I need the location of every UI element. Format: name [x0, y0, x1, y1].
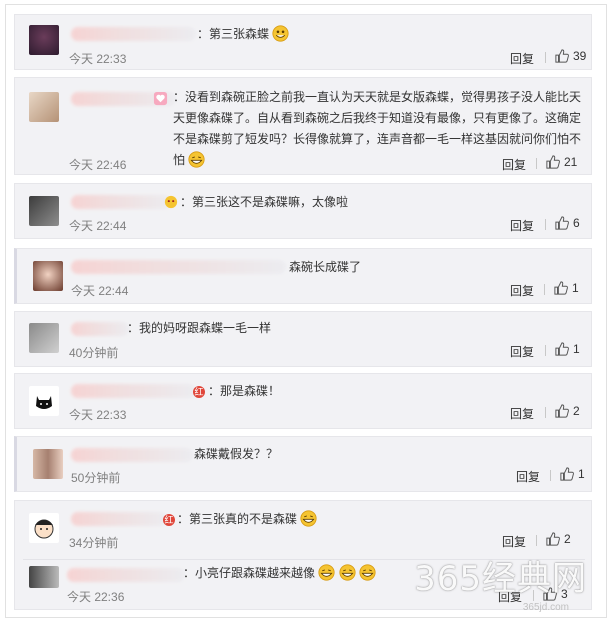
- comment-card: 森碗长成碟了 今天 22:44 回复 1: [14, 248, 592, 304]
- level-badge: 红: [163, 514, 175, 526]
- reply-button[interactable]: 回复: [510, 343, 534, 360]
- comment-text: ：小亮仔跟森碟越来越像: [183, 564, 376, 582]
- like-count: 2: [564, 532, 571, 546]
- laughing-face-icon: [300, 510, 317, 527]
- site-watermark: 365经典网: [414, 559, 587, 599]
- divider: [536, 158, 537, 169]
- like-button[interactable]: 2: [546, 532, 571, 546]
- avatar[interactable]: [29, 196, 59, 226]
- divider: [536, 535, 537, 546]
- reply-button[interactable]: 回复: [502, 156, 526, 173]
- comment-text: ：第三张这不是森碟嘛，太像啦: [180, 195, 349, 209]
- avatar[interactable]: [33, 449, 63, 479]
- comment-card: ：第三张这不是森碟嘛，太像啦 今天 22:44 回复 6: [14, 183, 592, 239]
- reply-button[interactable]: 回复: [510, 50, 534, 67]
- comment-time: 今天 22:44: [69, 219, 127, 233]
- like-button[interactable]: 39: [555, 49, 586, 63]
- like-button[interactable]: 21: [546, 155, 577, 169]
- grinning-face-icon: [188, 151, 205, 168]
- username[interactable]: [71, 448, 193, 462]
- comment-card: 森碟戴假发？？ 50分钟前 回复 1: [14, 436, 592, 492]
- comment-card: ：没看到森碗正脸之前我一直认为天天就是女版森蝶，觉得男孩子没人能比天天更像森碟了…: [14, 77, 592, 175]
- thumbs-up-icon: [554, 281, 568, 295]
- comment-text: ：第三张真的不是森碟: [177, 510, 317, 528]
- like-count: 1: [578, 467, 585, 481]
- like-count: 6: [573, 216, 580, 230]
- thumbs-up-icon: [555, 49, 569, 63]
- reply-button[interactable]: 回复: [516, 468, 540, 485]
- comment-time: 今天 22:33: [69, 52, 127, 66]
- like-count: 1: [573, 342, 580, 356]
- divider: [545, 407, 546, 418]
- like-button[interactable]: 1: [554, 281, 579, 295]
- level-badge: 红: [193, 386, 205, 398]
- username[interactable]: [71, 195, 171, 209]
- comment-text: 森碗长成碟了: [289, 260, 362, 274]
- comment-text: ：那是森碟！: [208, 384, 281, 398]
- username[interactable]: [71, 384, 196, 398]
- like-button[interactable]: 1: [555, 342, 580, 356]
- comment-text: 森碟戴假发？？: [194, 447, 279, 461]
- avatar[interactable]: [29, 92, 59, 122]
- username[interactable]: [71, 322, 129, 336]
- like-count: 39: [573, 49, 587, 63]
- heart-badge-icon: [153, 91, 168, 106]
- username[interactable]: [67, 568, 185, 582]
- divider: [545, 219, 546, 230]
- reply-button[interactable]: 回复: [510, 282, 534, 299]
- comment-card: ：我的妈呀跟森蝶一毛一样 40分钟前 回复 1: [14, 311, 592, 367]
- comment-time: 今天 22:33: [69, 408, 127, 422]
- grinning-face-icon: [272, 25, 289, 42]
- comment-time: 今天 22:36: [67, 590, 125, 604]
- reply-button[interactable]: 回复: [502, 533, 526, 550]
- divider: [550, 470, 551, 481]
- thumbs-up-icon: [555, 216, 569, 230]
- thumbs-up-icon: [560, 467, 574, 481]
- avatar[interactable]: [33, 261, 63, 291]
- comment-time: 今天 22:46: [69, 158, 127, 172]
- thumbs-up-icon: [555, 404, 569, 418]
- avatar[interactable]: [29, 566, 59, 588]
- divider: [545, 52, 546, 63]
- username[interactable]: [71, 512, 167, 526]
- comment-card: 红 ：那是森碟！ 今天 22:33 回复 2: [14, 373, 592, 429]
- thumbs-up-icon: [555, 342, 569, 356]
- emoji-badge-icon: [164, 195, 178, 209]
- username[interactable]: [71, 260, 286, 274]
- comment-time: 今天 22:44: [71, 284, 129, 298]
- like-count: 1: [572, 281, 579, 295]
- like-button[interactable]: 1: [560, 467, 585, 481]
- like-button[interactable]: 6: [555, 216, 580, 230]
- reply-button[interactable]: 回复: [510, 405, 534, 422]
- avatar[interactable]: [29, 513, 59, 543]
- laughing-face-icon: [339, 564, 356, 581]
- comment-card: ：第三张森蝶 今天 22:33 回复 39: [14, 14, 592, 70]
- thumbs-up-icon: [546, 155, 560, 169]
- thumbs-up-icon: [546, 532, 560, 546]
- laughing-face-icon: [359, 564, 376, 581]
- like-count: 21: [564, 155, 578, 169]
- avatar[interactable]: [29, 386, 59, 416]
- cat-icon: [36, 396, 52, 409]
- username[interactable]: [71, 27, 196, 41]
- cartoon-avatar-icon: [34, 519, 54, 539]
- comment-time: 50分钟前: [71, 471, 121, 485]
- like-button[interactable]: 2: [555, 404, 580, 418]
- comment-text: ：第三张森蝶: [197, 25, 289, 43]
- divider: [544, 284, 545, 295]
- avatar[interactable]: [29, 323, 59, 353]
- comment-time: 34分钟前: [69, 536, 119, 550]
- comment-text: ：我的妈呀跟森蝶一毛一样: [127, 321, 272, 335]
- avatar[interactable]: [29, 25, 59, 55]
- laughing-face-icon: [318, 564, 335, 581]
- comment-time: 40分钟前: [69, 346, 119, 360]
- like-count: 2: [573, 404, 580, 418]
- site-watermark-url: 365jd.com: [522, 602, 569, 613]
- reply-button[interactable]: 回复: [510, 217, 534, 234]
- divider: [545, 345, 546, 356]
